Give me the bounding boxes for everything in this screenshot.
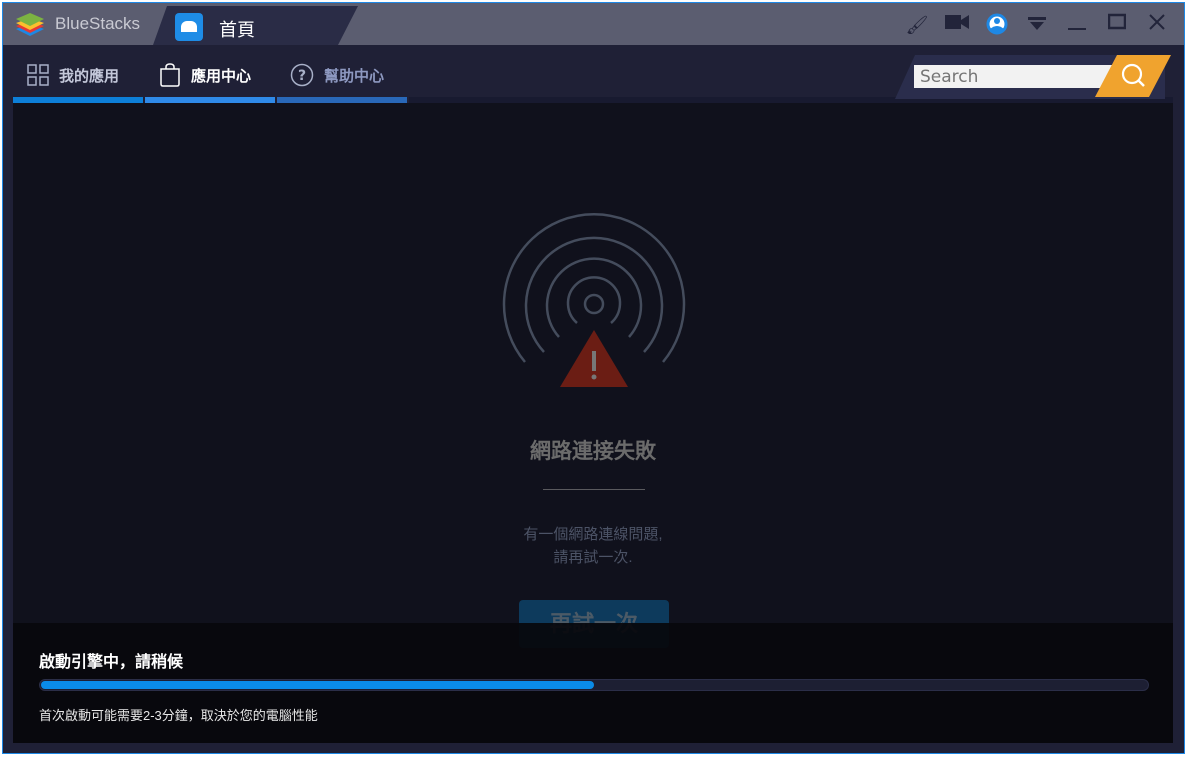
boot-panel: 啟動引擎中，請稍候 首次啟動可能需要2-3分鐘，取決於您的電腦性能	[13, 623, 1173, 743]
boot-status: 啟動引擎中，請稍候	[39, 654, 184, 671]
nav-bar: 我的應用 應用中心 ? 幫助中心	[3, 45, 1184, 105]
nav-my-apps-label: 我的應用	[59, 67, 120, 85]
boot-progress-fill	[41, 681, 594, 689]
bluestacks-window: BlueStacks 首頁 🖌 我的應用 應用中心 ? 幫助中心 Search …	[2, 2, 1185, 754]
brand-name: BlueStacks	[55, 14, 141, 33]
home-icon	[175, 13, 203, 41]
nav-help-center-label: 幫助中心	[324, 67, 385, 85]
search-input[interactable]	[914, 65, 1114, 88]
tab-home-label: 首頁	[219, 20, 255, 40]
main-content: 網路連接失敗 有一個網路連線問題, 請再試一次. 再試一次 啟動引擎中，請稍候 …	[13, 103, 1173, 743]
account-icon[interactable]	[985, 13, 1009, 37]
maximize-icon[interactable]	[1105, 13, 1129, 37]
brush-icon[interactable]: 🖌	[905, 13, 929, 37]
error-title: 網路連接失敗	[530, 440, 656, 463]
nav-app-center-label: 應用中心	[191, 67, 252, 85]
grid-icon	[27, 64, 49, 86]
divider	[543, 489, 645, 490]
title-bar: BlueStacks 首頁 🖌	[3, 3, 1184, 45]
boot-progress-bar	[39, 679, 1149, 691]
nav-help-center[interactable]: ? 幫助中心	[290, 63, 384, 87]
bluestacks-logo-icon	[16, 13, 44, 36]
error-message-line2: 請再試一次.	[553, 549, 633, 566]
close-icon[interactable]	[1145, 13, 1169, 37]
minimize-icon[interactable]	[1065, 13, 1089, 37]
error-message: 有一個網路連線問題, 請再試一次.	[13, 523, 1173, 569]
error-message-line1: 有一個網路連線問題,	[523, 526, 663, 543]
cast-camera-icon[interactable]	[945, 13, 969, 37]
help-icon: ?	[290, 63, 314, 87]
bag-icon	[160, 63, 180, 87]
svg-text:?: ?	[298, 68, 306, 84]
boot-hint: 首次啟動可能需要2-3分鐘，取決於您的電腦性能	[39, 708, 318, 723]
nav-app-center[interactable]: 應用中心	[159, 63, 251, 87]
network-error-icon	[502, 212, 686, 387]
tab-home[interactable]: 首頁	[153, 6, 358, 45]
nav-my-apps[interactable]: 我的應用	[27, 63, 119, 87]
dropdown-icon[interactable]	[1025, 13, 1049, 37]
